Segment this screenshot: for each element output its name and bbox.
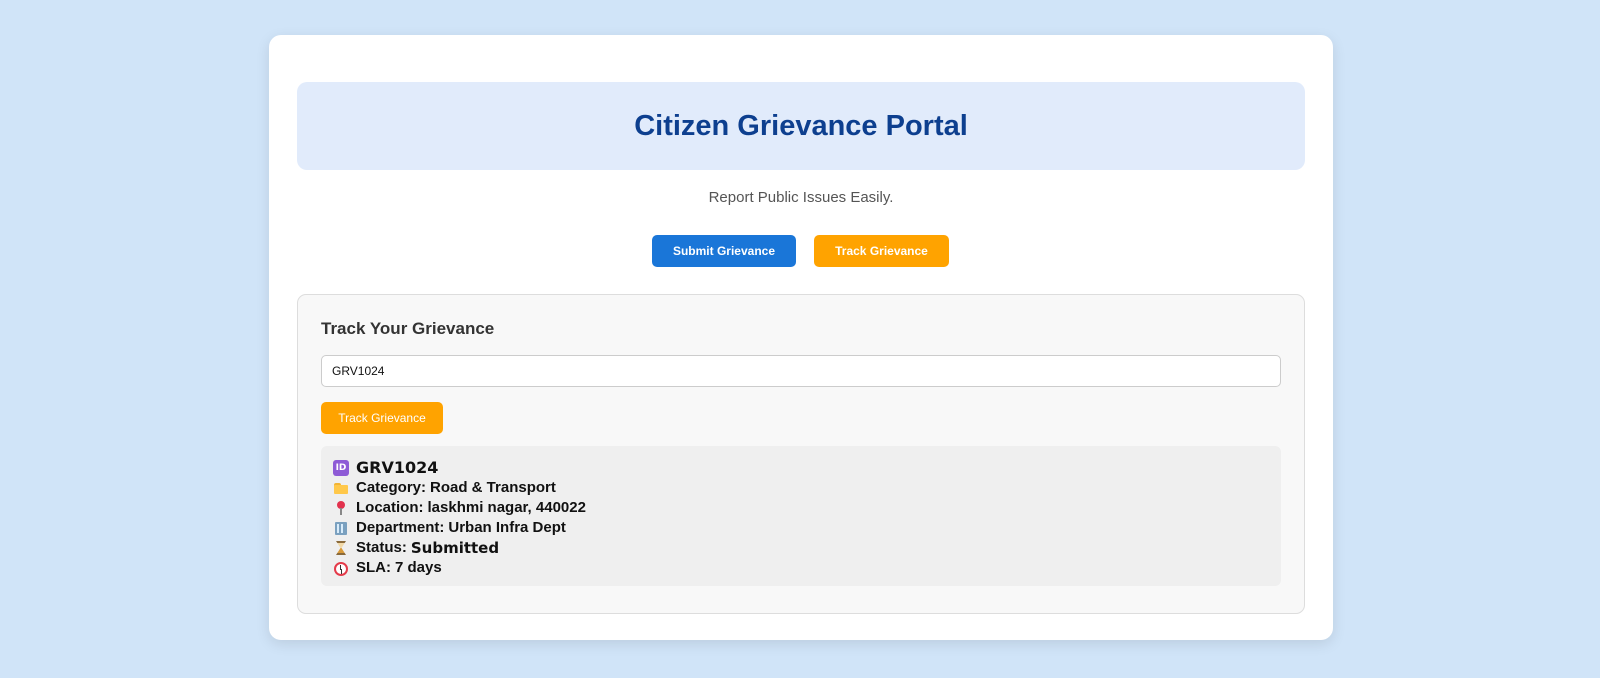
portal-card: Citizen Grievance Portal Report Public I…	[269, 35, 1333, 640]
building-icon	[333, 520, 349, 536]
category-value: Road & Transport	[430, 479, 556, 496]
page-subtitle: Report Public Issues Easily.	[708, 189, 894, 206]
grievance-result: ID GRV1024 Category: Road & Transport Lo…	[321, 446, 1281, 586]
result-location-row: Location: laskhmi nagar, 440022	[333, 498, 1269, 518]
result-id-row: ID GRV1024	[333, 458, 1269, 478]
location-label: Location:	[356, 499, 424, 516]
sla-value: 7 days	[395, 559, 442, 576]
result-status-row: Status: Submitted	[333, 538, 1269, 558]
department-value: Urban Infra Dept	[448, 519, 566, 536]
department-label: Department:	[356, 519, 445, 536]
category-label: Category:	[356, 479, 427, 496]
alarm-clock-icon	[333, 560, 349, 576]
status-label: Status:	[356, 539, 407, 556]
pin-icon	[333, 500, 349, 516]
track-panel-title: Track Your Grievance	[321, 319, 495, 338]
grievance-id-input[interactable]	[321, 355, 1281, 387]
result-id: GRV1024	[356, 458, 439, 477]
header-banner: Citizen Grievance Portal	[297, 82, 1305, 170]
folder-icon	[333, 480, 349, 496]
status-value: Submitted	[410, 539, 500, 557]
id-icon: ID	[333, 460, 349, 476]
location-value: laskhmi nagar, 440022	[427, 499, 586, 516]
result-department-row: Department: Urban Infra Dept	[333, 518, 1269, 538]
page-title: Citizen Grievance Portal	[634, 109, 968, 142]
hourglass-icon	[333, 540, 349, 556]
result-category-row: Category: Road & Transport	[333, 478, 1269, 498]
track-grievance-button[interactable]: Track Grievance	[814, 235, 949, 267]
track-grievance-panel: Track Your Grievance Track Grievance ID …	[297, 294, 1305, 614]
track-submit-button[interactable]: Track Grievance	[321, 402, 443, 434]
result-sla-row: SLA: 7 days	[333, 558, 1269, 578]
sla-label: SLA:	[356, 559, 391, 576]
submit-grievance-button[interactable]: Submit Grievance	[652, 235, 796, 267]
